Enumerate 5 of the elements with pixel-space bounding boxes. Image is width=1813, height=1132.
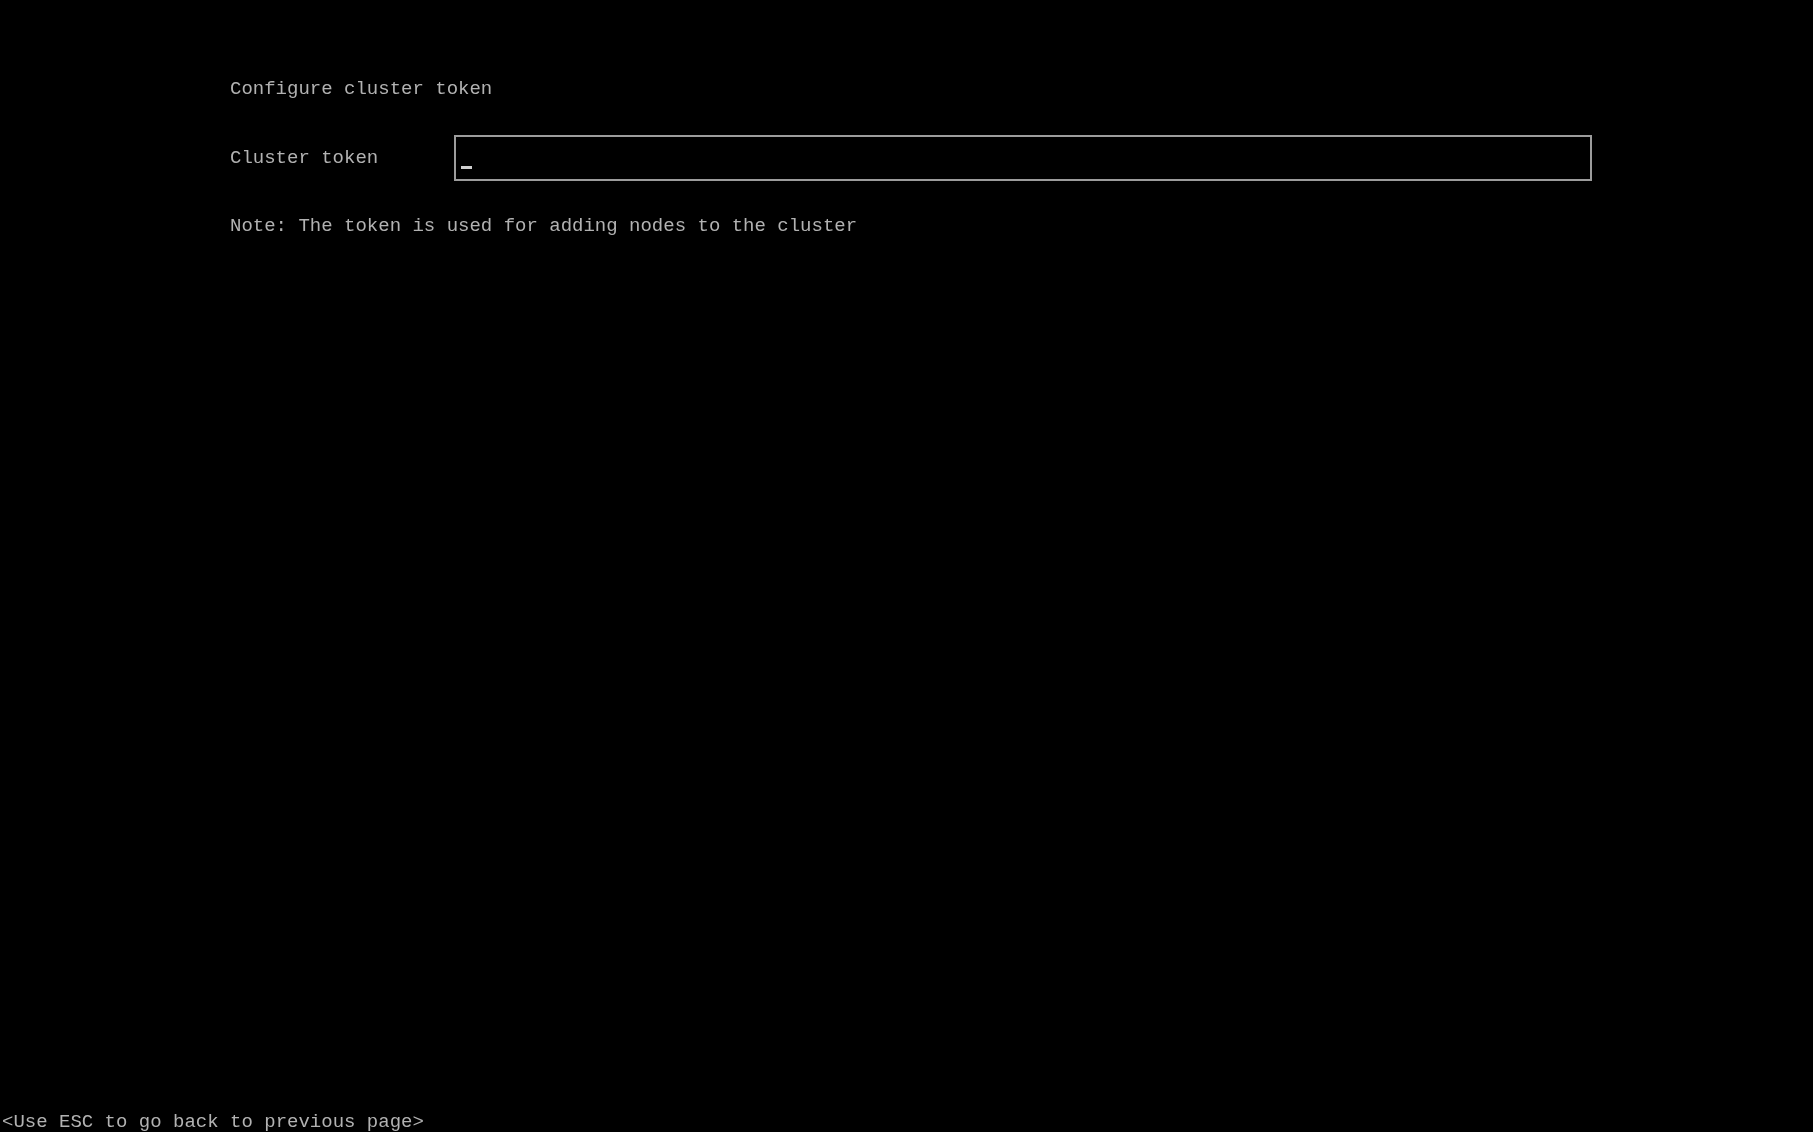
field-label: Cluster token [230,147,379,169]
page-title: Configure cluster token [230,78,493,100]
token-input-field[interactable] [454,135,1592,181]
note-text: Note: The token is used for adding nodes to the cluster [230,215,858,237]
footer-hint: <Use ESC to go back to previous page> [2,1112,424,1132]
